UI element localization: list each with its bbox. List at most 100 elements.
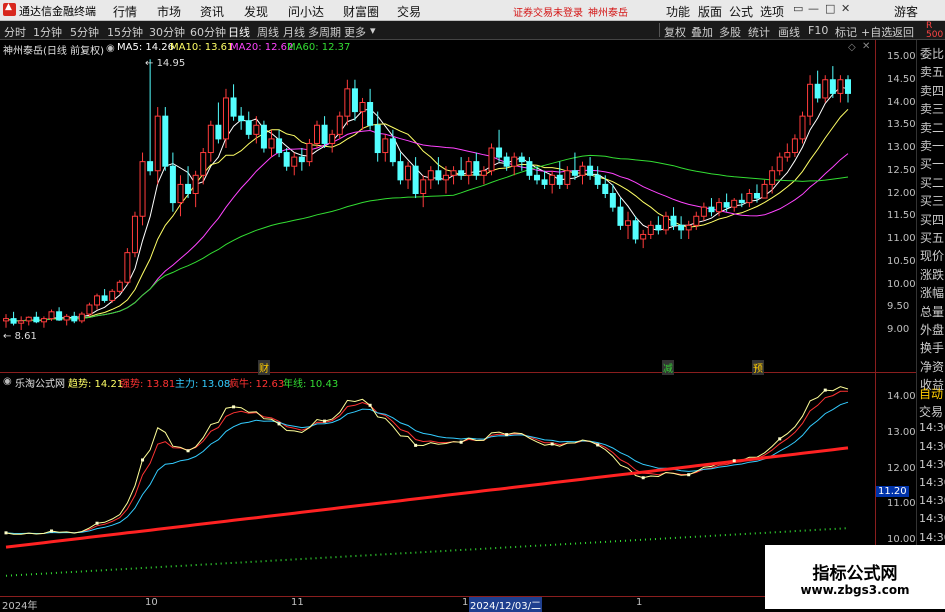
period-tab-15min[interactable]: 15分钟 <box>107 24 143 40</box>
candle-down <box>367 102 374 126</box>
menu-item-discover[interactable]: 发现 <box>244 3 268 20</box>
more-dropdown-icon[interactable]: ▾ <box>370 24 376 37</box>
f10-button[interactable]: F10 <box>808 24 828 37</box>
menu-item-market[interactable]: 市场 <box>157 3 181 20</box>
period-tab-5min[interactable]: 5分钟 <box>70 24 99 40</box>
sidebar-item[interactable]: 委比 <box>920 45 944 62</box>
panel-divider[interactable] <box>0 372 916 373</box>
period-tab-daily[interactable]: 日线 <box>228 24 250 40</box>
sidebar-time-item[interactable]: 交易 <box>919 403 943 420</box>
sidebar-item[interactable]: 现价 <box>920 247 944 264</box>
multi-stock-button[interactable]: 多股 <box>719 24 741 40</box>
candle-down <box>617 206 624 226</box>
candle-up <box>109 290 116 301</box>
period-tab-timeshare[interactable]: 分时 <box>4 24 26 40</box>
sidebar-time-item[interactable]: 14:30 <box>919 421 945 434</box>
sidebar-item[interactable]: 外盘 <box>920 321 944 338</box>
candle-down <box>670 215 677 226</box>
menu-item-trade[interactable]: 交易 <box>397 3 421 20</box>
trend-marker <box>550 442 554 446</box>
period-tab-30min[interactable]: 30分钟 <box>149 24 185 40</box>
candle-up <box>791 138 798 154</box>
menu-item-layout[interactable]: 版面 <box>698 3 722 20</box>
candle-down <box>397 161 404 181</box>
date-label-jan: 1 <box>636 597 643 608</box>
candle-down <box>351 88 358 113</box>
candle-down <box>609 193 616 208</box>
overlay-button[interactable]: 叠加 <box>691 24 713 40</box>
bull-line <box>5 446 849 549</box>
period-tab-weekly[interactable]: 周线 <box>257 24 279 40</box>
stats-button[interactable]: 统计 <box>748 24 770 40</box>
sidebar-time-item[interactable]: 14:30 <box>919 440 945 453</box>
sidebar-item[interactable]: 买四 <box>920 211 944 228</box>
sub-settings-icon[interactable]: ◉ <box>3 376 12 387</box>
close-icon[interactable]: ✕ <box>841 2 850 15</box>
period-tab-1min[interactable]: 1分钟 <box>33 24 62 40</box>
stock-name-link[interactable]: 神州泰岳 <box>588 4 628 19</box>
candle-down <box>101 295 108 301</box>
minimize-icon[interactable]: — <box>808 2 819 15</box>
candle-down <box>655 224 662 231</box>
period-tab-60min[interactable]: 60分钟 <box>190 24 226 40</box>
menu-item-options[interactable]: 选项 <box>760 3 784 20</box>
sidebar-item[interactable]: 卖五 <box>920 63 944 80</box>
crosshair-date-tag: 2024/12/03/二 <box>469 597 543 612</box>
guest-login[interactable]: 游客 <box>894 3 918 20</box>
candle-down <box>321 124 328 144</box>
sidebar-item[interactable]: 涨跌 <box>920 266 944 283</box>
sidebar-item[interactable]: 卖一 <box>920 137 944 154</box>
mark-button[interactable]: 标记 <box>835 24 857 40</box>
menu-item-function[interactable]: 功能 <box>666 3 690 20</box>
menu-item-ask[interactable]: 问小达 <box>288 3 324 20</box>
menu-item-news[interactable]: 资讯 <box>200 3 224 20</box>
sidebar-item[interactable]: 换手 <box>920 339 944 356</box>
event-marker-finance[interactable]: 财 <box>258 360 270 375</box>
sidebar-time-item[interactable]: 14:30 <box>919 512 945 525</box>
event-marker-forecast[interactable]: 预 <box>752 360 764 375</box>
sidebar-time-item[interactable]: 14:30 <box>919 494 945 507</box>
menu-item-wealth[interactable]: 财富圈 <box>343 3 379 20</box>
sidebar-item[interactable]: 买一 <box>920 155 944 172</box>
price-tick: 13.00 <box>887 142 916 153</box>
sidebar-time-item[interactable]: 14:30 <box>919 458 945 471</box>
sidebar-item[interactable]: 卖四 <box>920 82 944 99</box>
sidebar-time-item[interactable]: 14:30 <box>919 476 945 489</box>
login-notice[interactable]: 证券交易未登录 <box>513 4 583 19</box>
kline-chart[interactable] <box>0 40 916 609</box>
add-watchlist-button[interactable]: +自选 <box>861 24 892 40</box>
sidebar-item[interactable]: 卖三 <box>920 100 944 117</box>
candle-down <box>678 224 685 231</box>
candle-up <box>253 124 260 135</box>
sidebar-time-item[interactable]: 14:30 <box>919 531 945 544</box>
event-marker-reduce[interactable]: 减 <box>662 360 674 375</box>
sidebar-item[interactable]: 总量 <box>920 303 944 320</box>
window-menu-icon[interactable]: ▭ <box>793 2 803 15</box>
period-tab-monthly[interactable]: 月线 <box>283 24 305 40</box>
trend-marker <box>641 476 645 480</box>
maximize-icon[interactable]: □ <box>825 2 835 15</box>
menu-item-quotes[interactable]: 行情 <box>113 3 137 20</box>
candle-down <box>10 318 17 324</box>
trend-marker <box>323 419 327 423</box>
sidebar-item[interactable]: 买二 <box>920 174 944 191</box>
candle-up <box>63 315 70 321</box>
period-tab-multi[interactable]: 多周期 <box>308 24 341 40</box>
sidebar-item[interactable]: 净资 <box>920 358 944 375</box>
candle-up <box>465 161 472 176</box>
adjust-button[interactable]: 复权 <box>664 24 686 40</box>
candle-up <box>291 156 298 167</box>
sidebar-item[interactable]: 买三 <box>920 192 944 209</box>
draw-line-button[interactable]: 画线 <box>778 24 800 40</box>
sidebar-time-item[interactable]: 自动 <box>919 385 943 402</box>
candle-down <box>473 161 480 176</box>
menu-item-formula[interactable]: 公式 <box>729 3 753 20</box>
quote-sidebar: 委比 卖五 卖四 卖三 卖二 卖一 买一 买二 买三 买四 买五 现价 涨跌 涨幅 总量 外盘 换手 净资 收益 自动… <box>916 40 945 609</box>
candle-up <box>625 220 632 226</box>
sidebar-item[interactable]: 卖二 <box>920 119 944 136</box>
sub-tick: 12.00 <box>887 462 916 474</box>
sidebar-item[interactable]: 涨幅 <box>920 284 944 301</box>
sidebar-item[interactable]: 买五 <box>920 229 944 246</box>
back-button[interactable]: 返回 <box>892 24 914 40</box>
period-tab-more[interactable]: 更多 <box>344 24 366 40</box>
